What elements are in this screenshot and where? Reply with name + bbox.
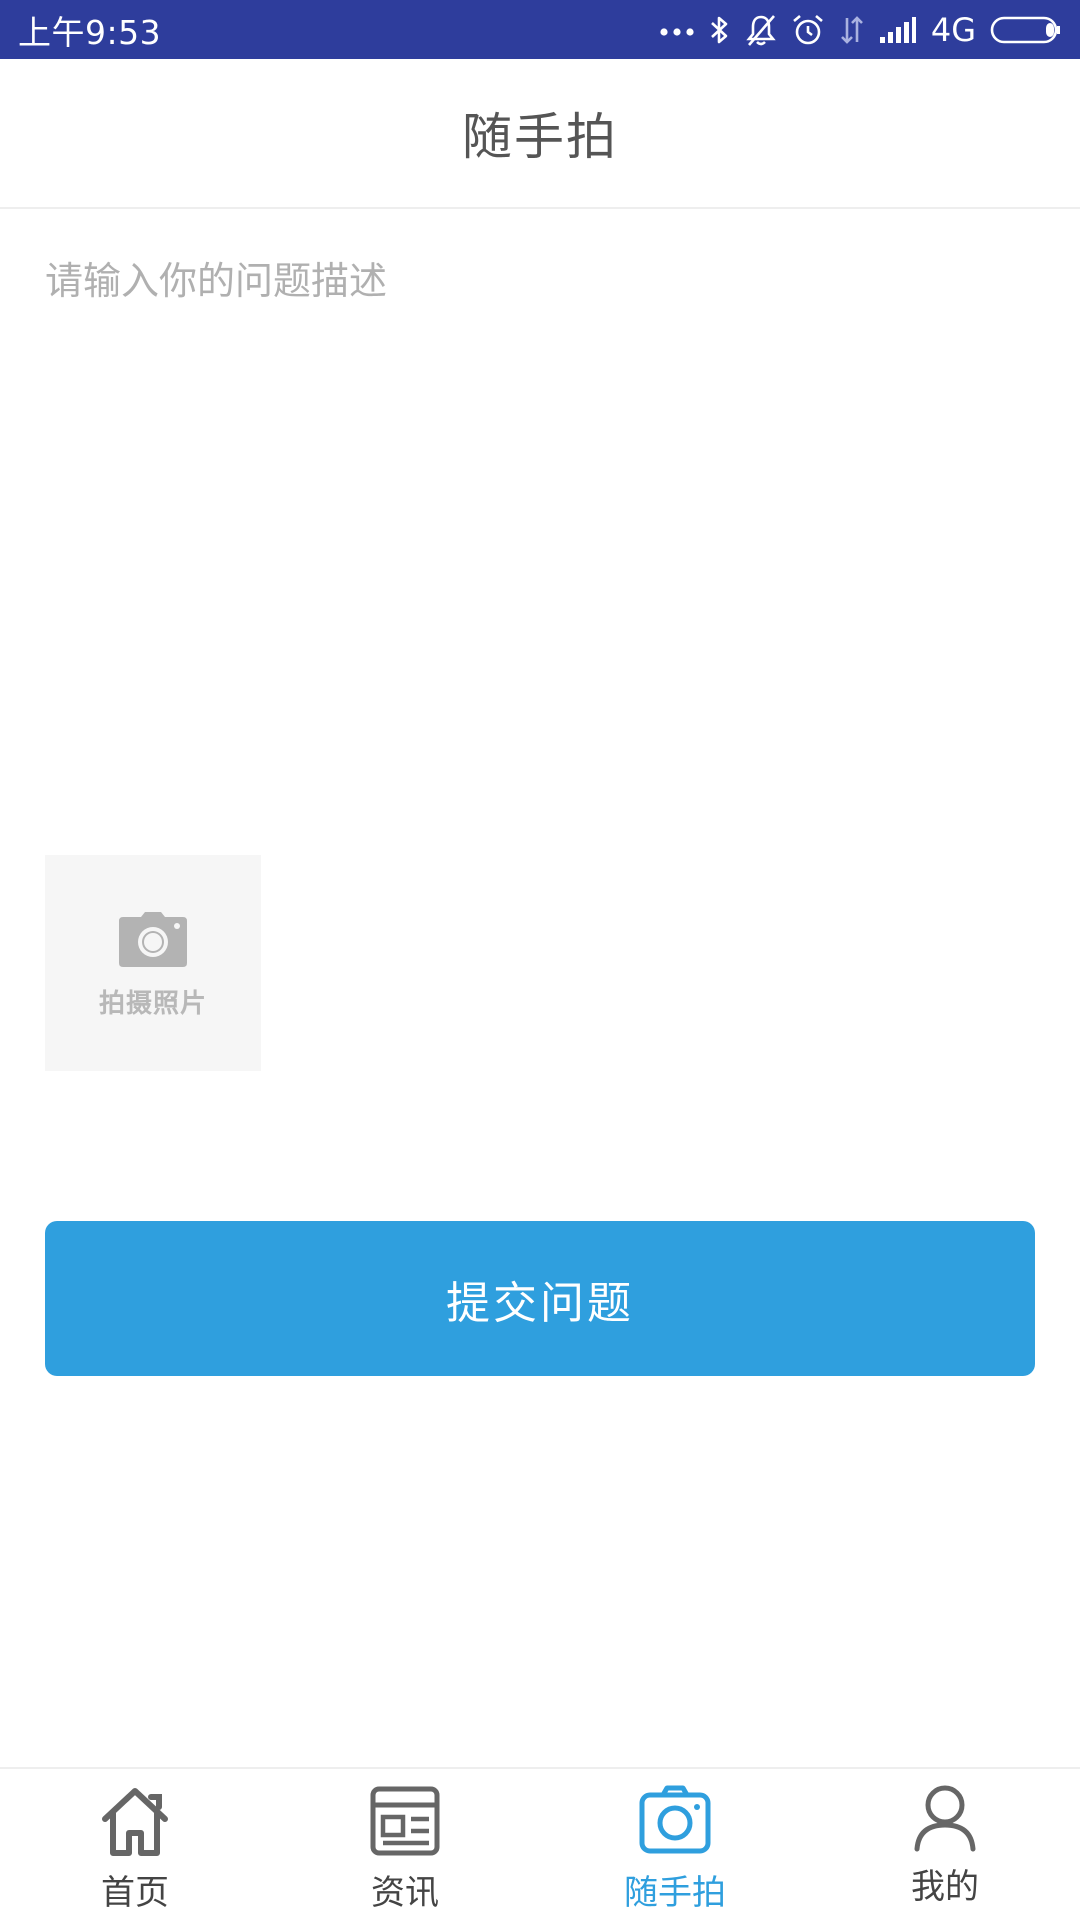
more-dots-icon	[660, 27, 694, 36]
signal-icon	[879, 16, 916, 43]
status-icons: 4G	[659, 11, 1062, 49]
nav-label-news: 资讯	[371, 1873, 439, 1913]
camera-icon	[119, 911, 187, 967]
battery-icon	[990, 16, 1060, 43]
data-arrows-icon	[840, 15, 863, 44]
app-header: 随手拍	[0, 59, 1080, 209]
network-type: 4G	[930, 10, 976, 49]
submit-question-button[interactable]: 提交问题	[45, 1221, 1035, 1376]
nav-item-news[interactable]: 资讯	[270, 1769, 540, 1920]
home-icon	[102, 1788, 168, 1856]
nav-item-mine[interactable]: 我的	[810, 1769, 1080, 1920]
take-photo-label: 拍摄照片	[98, 988, 207, 1019]
status-time: 上午9:53	[18, 12, 162, 52]
user-icon	[914, 1785, 976, 1852]
bottom-nav: 首页 资讯 随手拍 我的	[0, 1767, 1080, 1920]
description-input[interactable]	[45, 250, 1035, 810]
nav-item-home[interactable]: 首页	[0, 1769, 270, 1920]
page-title: 随手拍	[462, 108, 618, 166]
bluetooth-icon	[710, 16, 728, 43]
alarm-icon	[793, 14, 823, 44]
nav-label-home: 首页	[101, 1873, 169, 1913]
nav-item-snapshot[interactable]: 随手拍	[540, 1769, 810, 1920]
nav-label-mine: 我的	[911, 1867, 979, 1907]
nav-label-snapshot: 随手拍	[624, 1873, 726, 1913]
news-icon	[370, 1786, 440, 1856]
camera-icon	[639, 1785, 711, 1854]
mute-bell-icon	[746, 14, 776, 46]
take-photo-button[interactable]: 拍摄照片	[45, 855, 261, 1071]
status-bar: 上午9:53 4G	[0, 0, 1080, 59]
